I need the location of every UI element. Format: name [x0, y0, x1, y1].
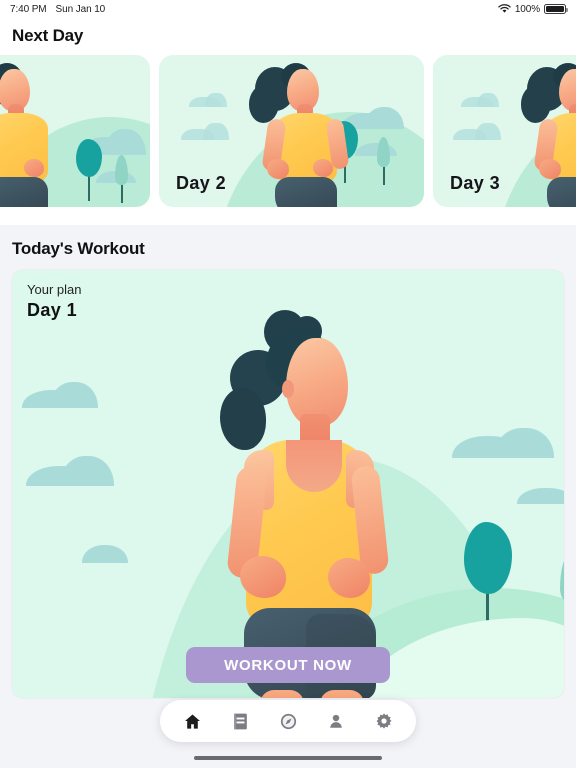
- home-icon: [183, 712, 202, 731]
- hero-day-label: Day 1: [27, 300, 78, 320]
- nav-item-home[interactable]: [177, 706, 207, 736]
- nav-item-profile[interactable]: [321, 706, 351, 736]
- battery-icon: [544, 4, 568, 14]
- day-card-label: Day 2: [176, 173, 227, 193]
- bottom-nav-bar: [160, 700, 416, 742]
- bottom-navigation: [0, 700, 576, 742]
- book-icon: [232, 712, 249, 731]
- nav-item-settings[interactable]: [369, 706, 399, 736]
- battery-percent: 100%: [514, 3, 540, 15]
- hero-runner-illustration: [12, 270, 564, 698]
- person-icon: [327, 712, 345, 731]
- gear-icon: [375, 712, 393, 730]
- day-card-label: Day 3: [450, 173, 501, 193]
- wifi-icon: [498, 4, 511, 14]
- hero-kicker: Your plan: [27, 282, 82, 297]
- home-indicator[interactable]: [194, 756, 382, 760]
- status-date: Sun Jan 10: [55, 3, 106, 15]
- day-card[interactable]: Day 2: [159, 55, 424, 207]
- day-card[interactable]: Day 3: [433, 55, 576, 207]
- status-bar-right: 100%: [498, 3, 568, 15]
- todays-workout-card[interactable]: Your plan Day 1 WORKOUT NOW: [11, 269, 565, 699]
- todays-workout-title: Today's Workout: [12, 239, 145, 258]
- todays-workout-section: Today's Workout Your plan Day 1 WORKOUT …: [0, 225, 576, 699]
- workout-now-button[interactable]: WORKOUT NOW: [186, 647, 390, 683]
- compass-icon: [279, 712, 298, 731]
- status-bar-left: 7:40 PM Sun Jan 10: [10, 4, 105, 15]
- day-card[interactable]: [0, 55, 150, 207]
- next-day-carousel[interactable]: Day 2 Day 3: [0, 55, 576, 207]
- status-time: 7:40 PM: [10, 3, 47, 15]
- nav-item-explore[interactable]: [273, 706, 303, 736]
- status-bar: 7:40 PM Sun Jan 10 100%: [0, 0, 576, 18]
- next-day-title: Next Day: [12, 26, 84, 45]
- runner-illustration: [0, 55, 150, 207]
- next-day-section: Next Day Day 2 Day 3: [0, 18, 576, 225]
- nav-item-plans[interactable]: [225, 706, 255, 736]
